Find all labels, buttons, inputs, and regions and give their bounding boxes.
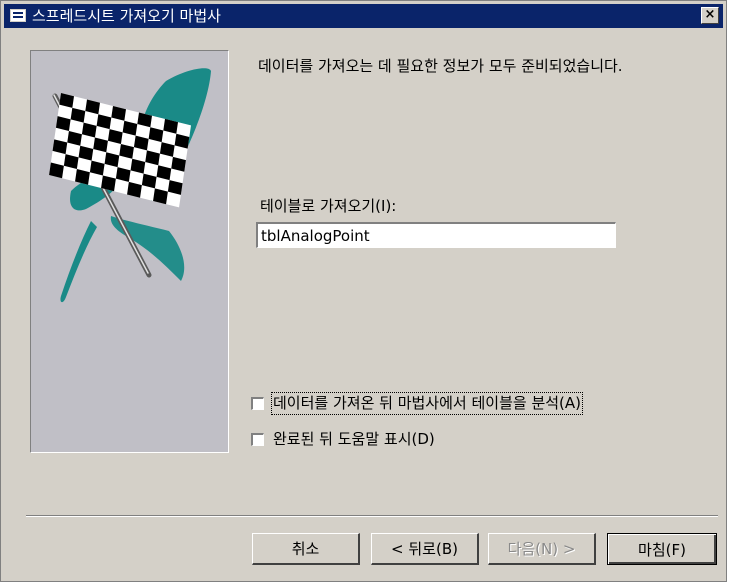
teal-brush-drip (60, 221, 97, 303)
import-wizard-dialog: 스프레드시트 가져오기 마법사 × 데이터를 가져오는 데 필요한 정보가 모두… (0, 0, 727, 582)
analyze-table-checkbox[interactable] (251, 397, 264, 410)
button-separator (26, 515, 718, 517)
finish-button[interactable]: 마침(F) (607, 533, 717, 565)
close-button[interactable]: × (701, 7, 719, 24)
window-title: 스프레드시트 가져오기 마법사 (32, 7, 221, 25)
table-name-label: 테이블로 가져오기(I): (260, 197, 397, 215)
analyze-table-label[interactable]: 데이터를 가져온 뒤 마법사에서 테이블을 분석(A) (270, 392, 584, 415)
table-name-input[interactable] (256, 222, 616, 248)
checkered-flag-illustration (49, 68, 211, 303)
cancel-button[interactable]: 취소 (252, 533, 360, 565)
show-help-checkbox[interactable] (251, 433, 264, 446)
show-help-label[interactable]: 완료된 뒤 도움말 표시(D) (273, 430, 435, 449)
wizard-app-icon (10, 9, 26, 22)
title-bar[interactable]: 스프레드시트 가져오기 마법사 × (4, 4, 723, 28)
next-button[interactable]: 다음(N) > (488, 533, 596, 565)
back-button[interactable]: < 뒤로(B) (371, 533, 479, 565)
ready-message: 데이터를 가져오는 데 필요한 정보가 모두 준비되었습니다. (258, 57, 623, 75)
wizard-art-panel (30, 50, 229, 453)
